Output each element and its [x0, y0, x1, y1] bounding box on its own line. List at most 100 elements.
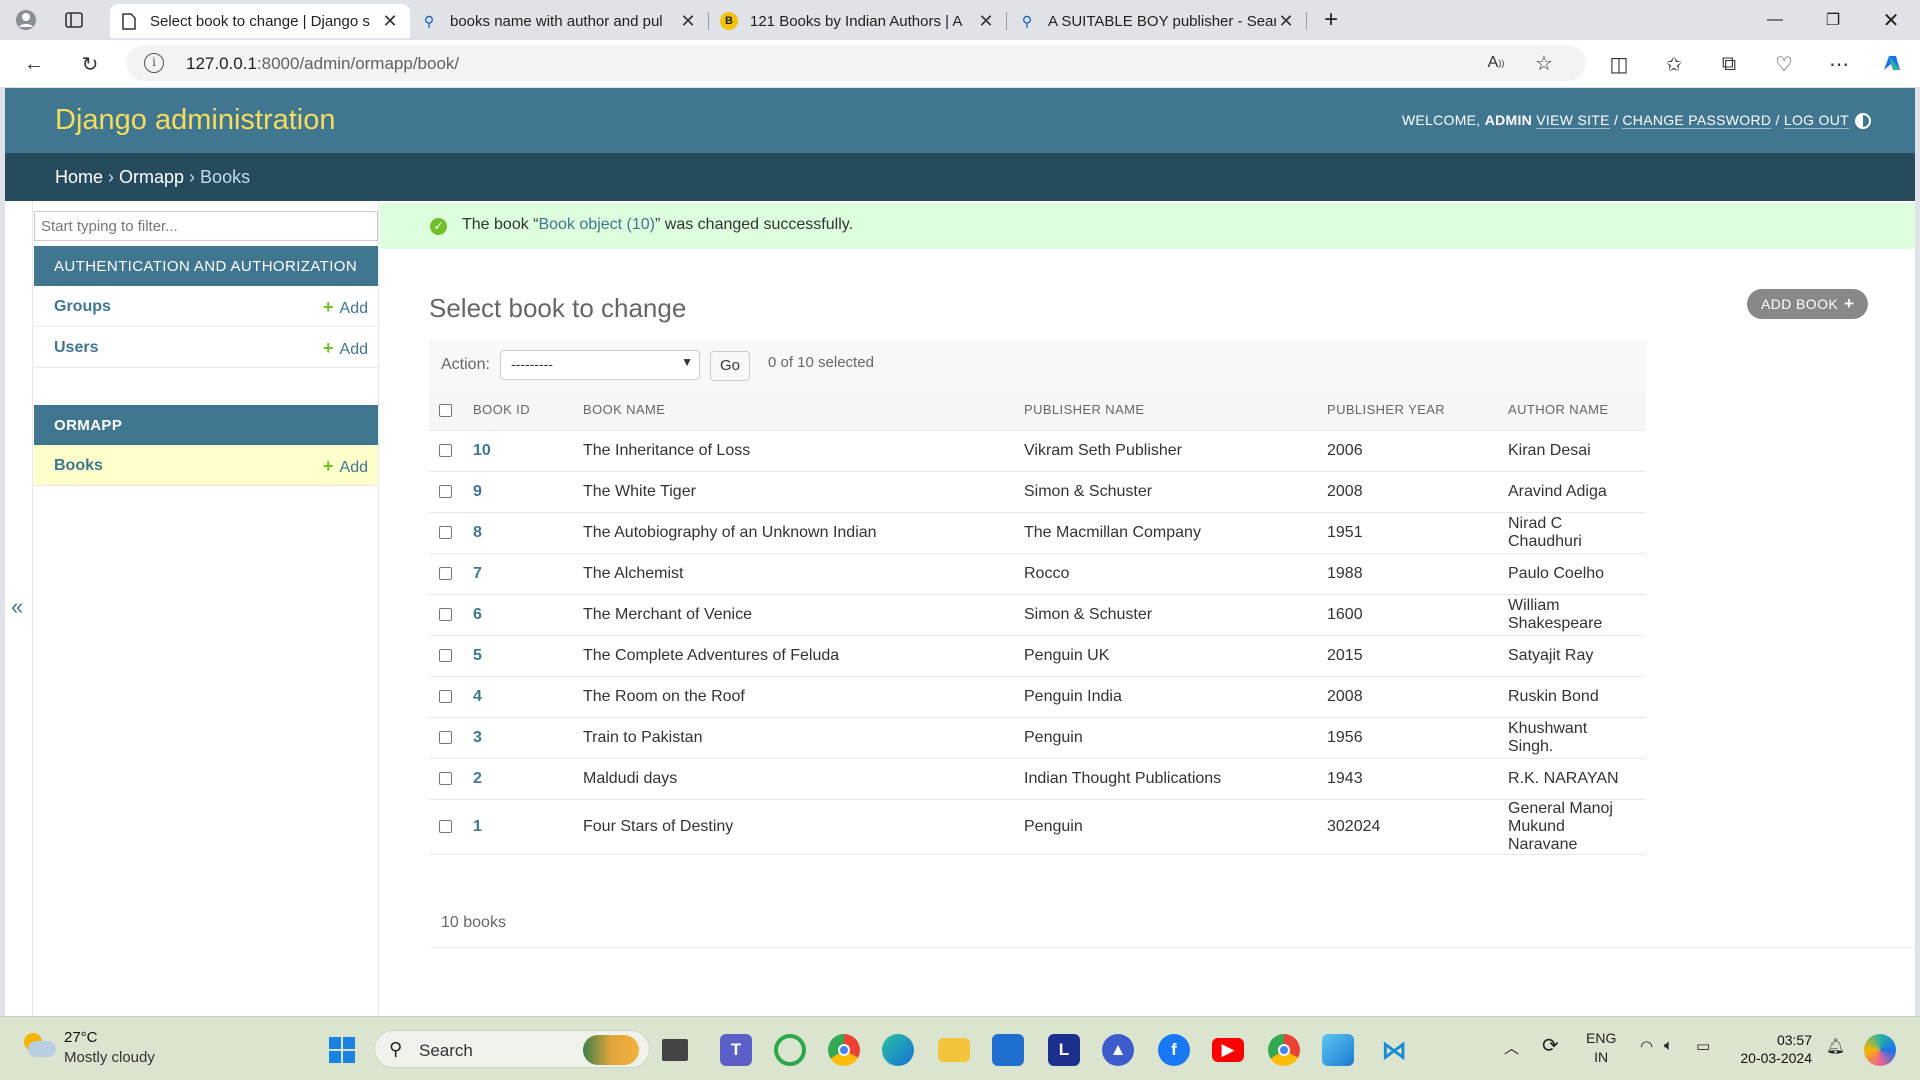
new-tab-icon[interactable]: + — [1316, 6, 1346, 34]
copilot-taskbar-icon[interactable] — [1864, 1034, 1896, 1066]
site-info-icon[interactable]: i — [144, 53, 164, 73]
browser-tab[interactable]: B 121 Books by Indian Authors | A ✕ — [710, 4, 1006, 38]
store-icon[interactable] — [992, 1034, 1024, 1066]
change-password-link[interactable]: CHANGE PASSWORD — [1622, 112, 1772, 129]
vscode-icon[interactable]: ⋈ — [1378, 1034, 1410, 1066]
read-aloud-icon[interactable]: A)) — [1482, 49, 1510, 77]
log-out-link[interactable]: LOG OUT — [1783, 112, 1849, 129]
column-header[interactable]: PUBLISHER NAME — [1014, 390, 1317, 431]
breadcrumb-app[interactable]: Ormapp — [119, 167, 184, 187]
volume-icon[interactable]: 🔈︎ — [1664, 1037, 1673, 1054]
add-link[interactable]: + Add — [323, 297, 368, 318]
changed-object-link[interactable]: Book object (10) — [538, 216, 655, 233]
book-id-link[interactable]: 1 — [473, 818, 482, 835]
theme-toggle-icon[interactable] — [1855, 113, 1871, 129]
add-link[interactable]: + Add — [323, 456, 368, 477]
youtube-icon[interactable]: ▶ — [1212, 1038, 1244, 1062]
chrome-profile-icon[interactable] — [1268, 1034, 1300, 1066]
browser-tab[interactable]: ⚲ books name with author and pul ✕ — [410, 4, 708, 38]
row-checkbox[interactable] — [439, 771, 452, 785]
close-tab-icon[interactable]: ✕ — [1276, 11, 1296, 32]
close-tab-icon[interactable]: ✕ — [976, 11, 996, 32]
edge-icon[interactable] — [882, 1034, 914, 1066]
region-code: IN — [1594, 1049, 1609, 1065]
book-id-link[interactable]: 2 — [473, 770, 482, 787]
sync-icon[interactable]: ⟳ — [1542, 1033, 1559, 1058]
back-icon[interactable]: ← — [20, 50, 48, 78]
split-screen-icon[interactable]: ◫ — [1605, 50, 1633, 78]
affinity-icon[interactable]: ▲ — [1102, 1034, 1134, 1066]
module-caption[interactable]: ORMAPP — [34, 405, 378, 445]
row-checkbox[interactable] — [439, 648, 452, 662]
row-checkbox[interactable] — [439, 566, 452, 580]
select-all-checkbox[interactable] — [439, 404, 452, 418]
language-indicator[interactable]: ENG IN — [1586, 1029, 1616, 1067]
row-checkbox[interactable] — [439, 484, 452, 498]
favorite-star-icon[interactable]: ☆ — [1530, 49, 1558, 77]
breadcrumb-home[interactable]: Home — [55, 167, 103, 187]
facebook-icon[interactable]: f — [1158, 1034, 1190, 1066]
battery-icon[interactable]: ▭ — [1696, 1037, 1710, 1055]
browser-tab-active[interactable]: Select book to change | Django s ✕ — [110, 4, 410, 38]
browser-tab[interactable]: ⚲ A SUITABLE BOY publisher - Sear ✕ — [1008, 4, 1306, 38]
task-view-icon[interactable] — [662, 1039, 688, 1061]
address-bar[interactable]: i 127.0.0.1:8000/admin/ormapp/book/ A)) … — [126, 45, 1586, 81]
profile-icon[interactable] — [10, 4, 42, 36]
site-brand[interactable]: Django administration — [55, 104, 335, 137]
close-window-icon[interactable]: ✕ — [1876, 6, 1906, 34]
book-id-link[interactable]: 8 — [473, 524, 482, 541]
nav-filter-input[interactable]: Start typing to filter... — [34, 211, 378, 241]
column-header[interactable]: BOOK NAME — [573, 390, 1014, 431]
row-checkbox[interactable] — [439, 607, 452, 621]
restore-icon[interactable]: ❐ — [1818, 6, 1848, 34]
column-header[interactable]: BOOK ID — [463, 390, 573, 431]
tab-actions-icon[interactable] — [58, 4, 90, 36]
close-tab-icon[interactable]: ✕ — [678, 11, 698, 32]
app-green-icon[interactable] — [774, 1034, 806, 1066]
book-id-link[interactable]: 9 — [473, 483, 482, 500]
book-id-link[interactable]: 7 — [473, 565, 482, 582]
chrome-icon[interactable] — [828, 1034, 860, 1066]
teams-icon[interactable]: T — [720, 1034, 752, 1066]
favorites-icon[interactable]: ✩ — [1660, 50, 1688, 78]
go-button[interactable]: Go — [710, 351, 750, 381]
collections-icon[interactable]: ⧉ — [1715, 50, 1743, 78]
book-id-link[interactable]: 10 — [473, 442, 491, 459]
module-caption[interactable]: AUTHENTICATION AND AUTHORIZATION — [34, 246, 378, 286]
show-hidden-icons-icon[interactable]: ︿ — [1504, 1037, 1519, 1058]
taskbar-search[interactable]: ⚲ Search — [374, 1030, 650, 1068]
row-checkbox[interactable] — [439, 730, 452, 744]
notification-bell-icon[interactable]: 🔔︎ — [1826, 1037, 1845, 1055]
add-book-button[interactable]: ADD BOOK + — [1747, 289, 1869, 319]
minimize-icon[interactable]: — — [1760, 6, 1790, 34]
author-name-cell: William Shakespeare — [1498, 594, 1646, 636]
book-id-link[interactable]: 6 — [473, 606, 482, 623]
book-id-link[interactable]: 5 — [473, 647, 482, 664]
row-checkbox[interactable] — [439, 689, 452, 703]
book-id-link[interactable]: 4 — [473, 688, 482, 705]
system-clock[interactable]: 03:57 20-03-2024 — [1732, 1031, 1812, 1067]
action-select[interactable]: --------- ▼ — [500, 350, 700, 380]
l-app-icon[interactable]: L — [1048, 1034, 1080, 1066]
model-link[interactable]: Books — [54, 457, 103, 475]
author-name-cell: General Manoj Mukund Naravane — [1498, 799, 1646, 855]
start-icon[interactable] — [326, 1034, 358, 1066]
row-checkbox[interactable] — [439, 525, 452, 539]
view-site-link[interactable]: VIEW SITE — [1536, 112, 1610, 129]
more-menu-icon[interactable]: ⋯ — [1825, 50, 1853, 78]
wifi-icon[interactable]: ◠ — [1640, 1037, 1653, 1055]
copilot-icon[interactable] — [1878, 50, 1906, 78]
close-tab-icon[interactable]: ✕ — [380, 11, 400, 32]
book-id-link[interactable]: 3 — [473, 729, 482, 746]
file-explorer-icon[interactable] — [938, 1038, 970, 1062]
model-link[interactable]: Users — [54, 339, 98, 357]
column-header[interactable]: AUTHOR NAME — [1498, 390, 1646, 431]
column-header[interactable]: PUBLISHER YEAR — [1317, 390, 1498, 431]
model-link[interactable]: Groups — [54, 298, 111, 316]
row-checkbox[interactable] — [439, 443, 452, 457]
add-link[interactable]: + Add — [323, 338, 368, 359]
browser-essentials-icon[interactable]: ♡ — [1770, 50, 1798, 78]
row-checkbox[interactable] — [439, 819, 452, 833]
paint-icon[interactable] — [1322, 1034, 1354, 1066]
refresh-icon[interactable]: ↻ — [76, 50, 104, 78]
